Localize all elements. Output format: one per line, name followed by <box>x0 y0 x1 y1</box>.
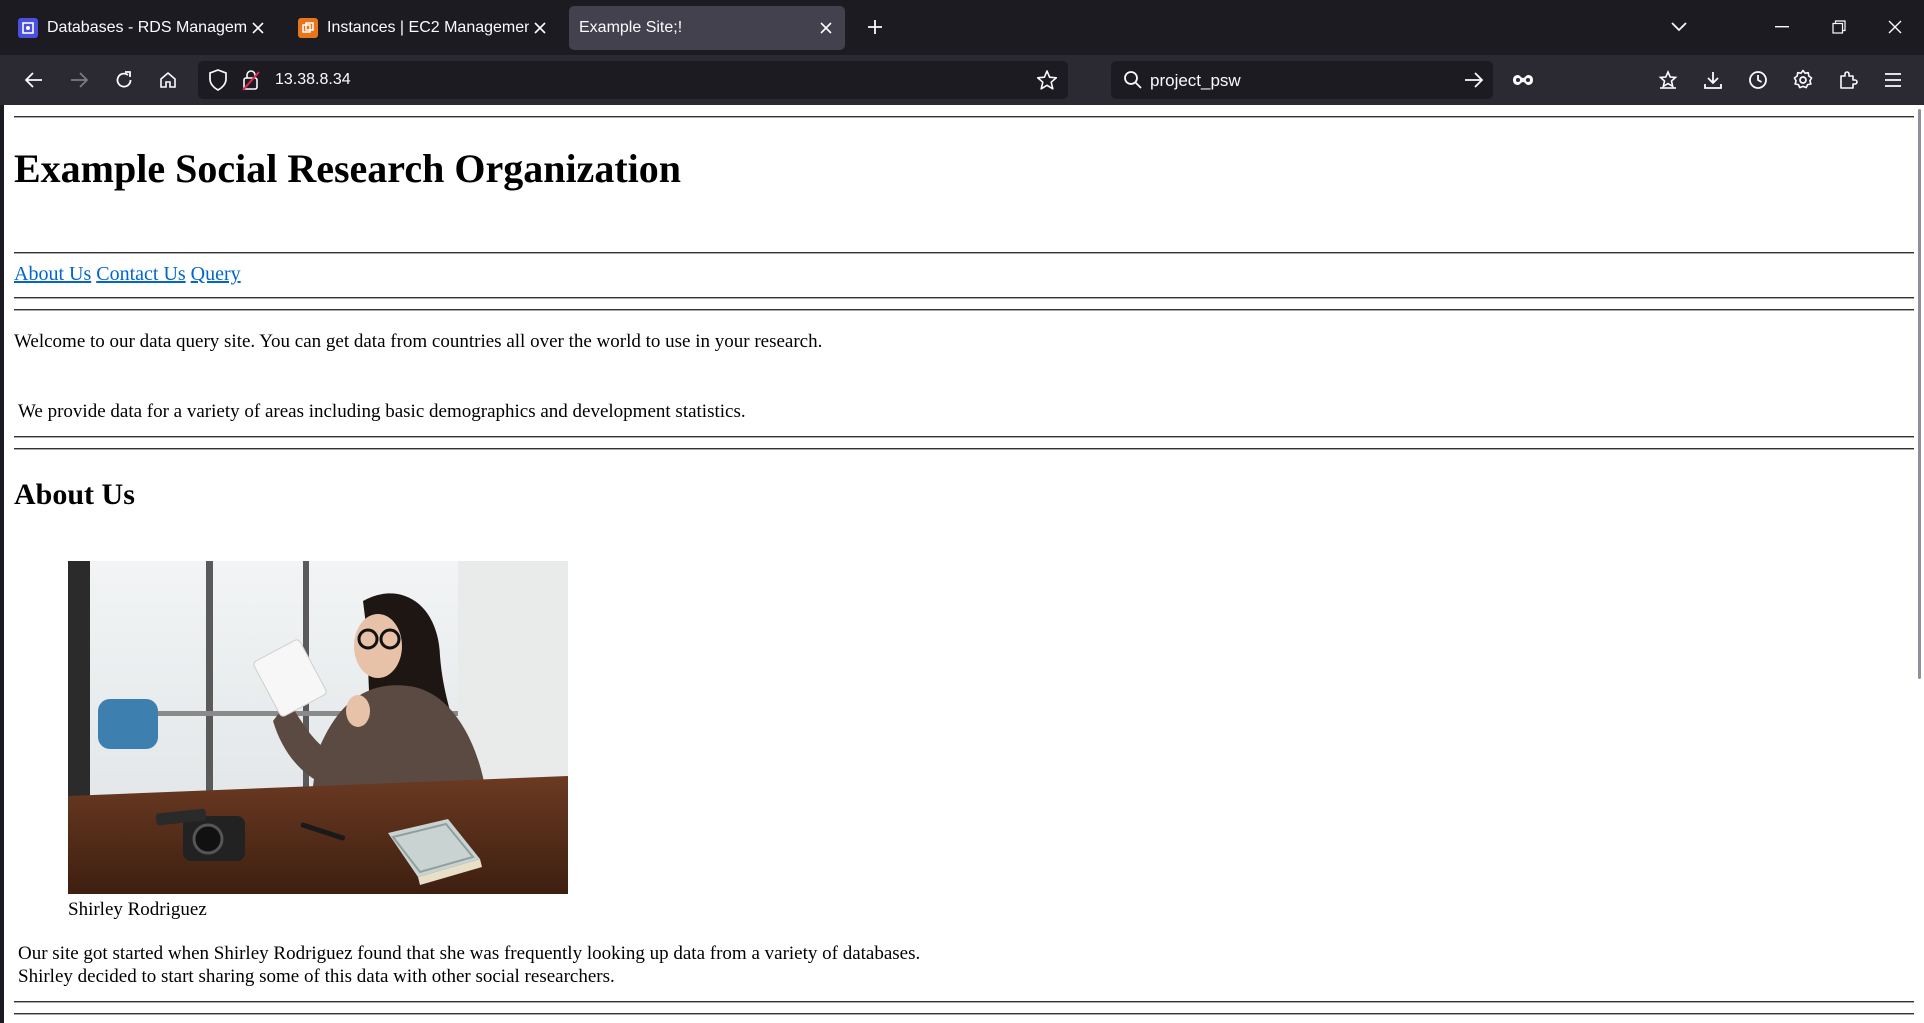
pocket-save-icon[interactable] <box>1653 65 1683 95</box>
web-page-content: Example Social Research Organization Abo… <box>4 105 1918 1023</box>
about-paragraph-line: Shirley decided to start sharing some of… <box>18 966 615 987</box>
downloads-icon[interactable] <box>1698 65 1728 95</box>
page-scrollbar[interactable] <box>1916 105 1924 1023</box>
search-input[interactable]: project_psw <box>1150 71 1241 91</box>
close-window-icon[interactable] <box>1880 12 1910 42</box>
tab-strip: Databases - RDS Management Console Insta… <box>0 0 1924 55</box>
horizontal-rule <box>14 297 1914 299</box>
home-icon[interactable] <box>153 65 183 95</box>
navigation-toolbar: 13.38.8.34 project_psw <box>0 55 1924 105</box>
history-clock-icon[interactable] <box>1743 65 1773 95</box>
ec2-favicon-icon <box>298 18 318 38</box>
horizontal-rule <box>14 309 1914 311</box>
about-paragraph-line: Our site got started when Shirley Rodrig… <box>18 943 921 964</box>
bookmark-star-icon[interactable] <box>1036 69 1058 96</box>
tab-rds-databases[interactable]: Databases - RDS Management Console <box>10 6 273 50</box>
nav-link-query[interactable]: Query <box>191 263 241 285</box>
horizontal-rule <box>14 436 1914 438</box>
private-browsing-mask-icon[interactable] <box>1506 65 1540 95</box>
site-nav-links: About Us Contact Us Query <box>14 263 241 286</box>
rds-favicon-icon <box>18 18 38 38</box>
tab-label: Example Site;! <box>579 19 683 36</box>
search-icon <box>1123 70 1143 95</box>
close-tab-icon[interactable] <box>529 17 551 39</box>
tab-ec2-instances[interactable]: Instances | EC2 Management Console <box>292 6 555 50</box>
horizontal-rule <box>14 1013 1914 1015</box>
about-us-heading: About Us <box>14 478 135 511</box>
founder-photo <box>68 561 568 894</box>
list-all-tabs-icon[interactable] <box>1664 12 1694 42</box>
address-bar[interactable]: 13.38.8.34 <box>198 61 1068 99</box>
intro-paragraph: Welcome to our data query site. You can … <box>14 331 823 352</box>
close-tab-icon[interactable] <box>815 17 837 39</box>
search-bar[interactable]: project_psw <box>1111 61 1493 99</box>
app-menu-hamburger-icon[interactable] <box>1878 65 1908 95</box>
scrollbar-thumb[interactable] <box>1918 109 1921 679</box>
url-text[interactable]: 13.38.8.34 <box>275 71 351 89</box>
photo-caption: Shirley Rodriguez <box>68 899 207 920</box>
search-go-arrow-icon[interactable] <box>1463 69 1485 96</box>
new-tab-icon[interactable] <box>860 12 890 42</box>
tracking-protection-shield-icon[interactable] <box>208 69 228 96</box>
horizontal-rule <box>14 116 1914 118</box>
settings-gear-icon[interactable] <box>1788 65 1818 95</box>
insecure-lock-icon[interactable] <box>242 69 260 96</box>
tab-label: Databases - RDS Management Console <box>47 19 247 36</box>
tab-example-site[interactable]: Example Site;! <box>569 6 845 50</box>
close-tab-icon[interactable] <box>247 17 269 39</box>
nav-link-about-us[interactable]: About Us <box>14 263 91 285</box>
reload-icon[interactable] <box>109 65 139 95</box>
restore-icon[interactable] <box>1824 12 1854 42</box>
tab-label: Instances | EC2 Management Console <box>327 19 529 36</box>
back-arrow-icon[interactable] <box>19 65 49 95</box>
horizontal-rule <box>14 448 1914 450</box>
minimize-icon[interactable] <box>1767 12 1797 42</box>
extensions-puzzle-icon[interactable] <box>1833 65 1863 95</box>
horizontal-rule <box>14 252 1914 254</box>
horizontal-rule <box>14 1001 1914 1003</box>
intro-paragraph: We provide data for a variety of areas i… <box>18 401 746 422</box>
nav-link-contact-us[interactable]: Contact Us <box>96 263 185 285</box>
site-title: Example Social Research Organization <box>14 146 681 191</box>
forward-arrow-icon[interactable] <box>64 65 94 95</box>
